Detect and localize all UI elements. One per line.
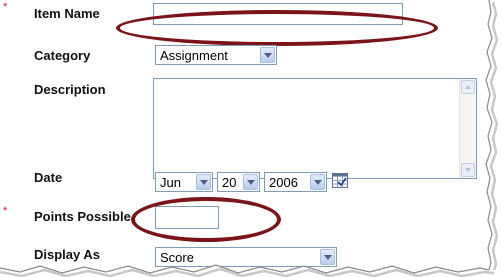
display-as-label: Display As xyxy=(34,247,100,262)
display-as-select[interactable]: Score xyxy=(155,247,337,267)
scroll-down-icon[interactable] xyxy=(461,163,475,177)
date-day-value: 20 xyxy=(222,175,237,190)
date-month-select[interactable]: Jun xyxy=(155,172,213,192)
category-label: Category xyxy=(34,48,91,63)
category-selected-value: Assignment xyxy=(160,48,228,63)
annotation-ellipse-item-name xyxy=(116,10,438,46)
chevron-down-icon[interactable] xyxy=(320,249,335,265)
gradebook-item-form: * Item Name Category Assignment Descript… xyxy=(0,0,503,277)
required-marker-points-possible: * xyxy=(3,205,8,217)
chevron-down-icon[interactable] xyxy=(310,174,325,190)
required-marker-item-name: * xyxy=(3,1,8,13)
display-as-selected-value: Score xyxy=(160,250,194,265)
chevron-down-icon[interactable] xyxy=(196,174,211,190)
date-label: Date xyxy=(34,170,63,185)
chevron-down-icon[interactable] xyxy=(243,174,258,190)
chevron-down-icon[interactable] xyxy=(260,47,275,63)
points-possible-label: Points Possible xyxy=(34,209,131,224)
date-month-value: Jun xyxy=(160,175,181,190)
item-name-label: Item Name xyxy=(34,6,100,21)
date-year-value: 2006 xyxy=(269,175,298,190)
date-day-select[interactable]: 20 xyxy=(217,172,260,192)
description-scrollbar[interactable] xyxy=(459,79,476,178)
description-textarea[interactable] xyxy=(153,78,477,179)
date-year-select[interactable]: 2006 xyxy=(264,172,327,192)
category-select[interactable]: Assignment xyxy=(155,45,277,65)
description-label: Description xyxy=(34,82,106,97)
calendar-icon[interactable] xyxy=(332,173,348,188)
annotation-ellipse-points-possible xyxy=(131,197,281,242)
scroll-up-icon[interactable] xyxy=(461,80,475,94)
